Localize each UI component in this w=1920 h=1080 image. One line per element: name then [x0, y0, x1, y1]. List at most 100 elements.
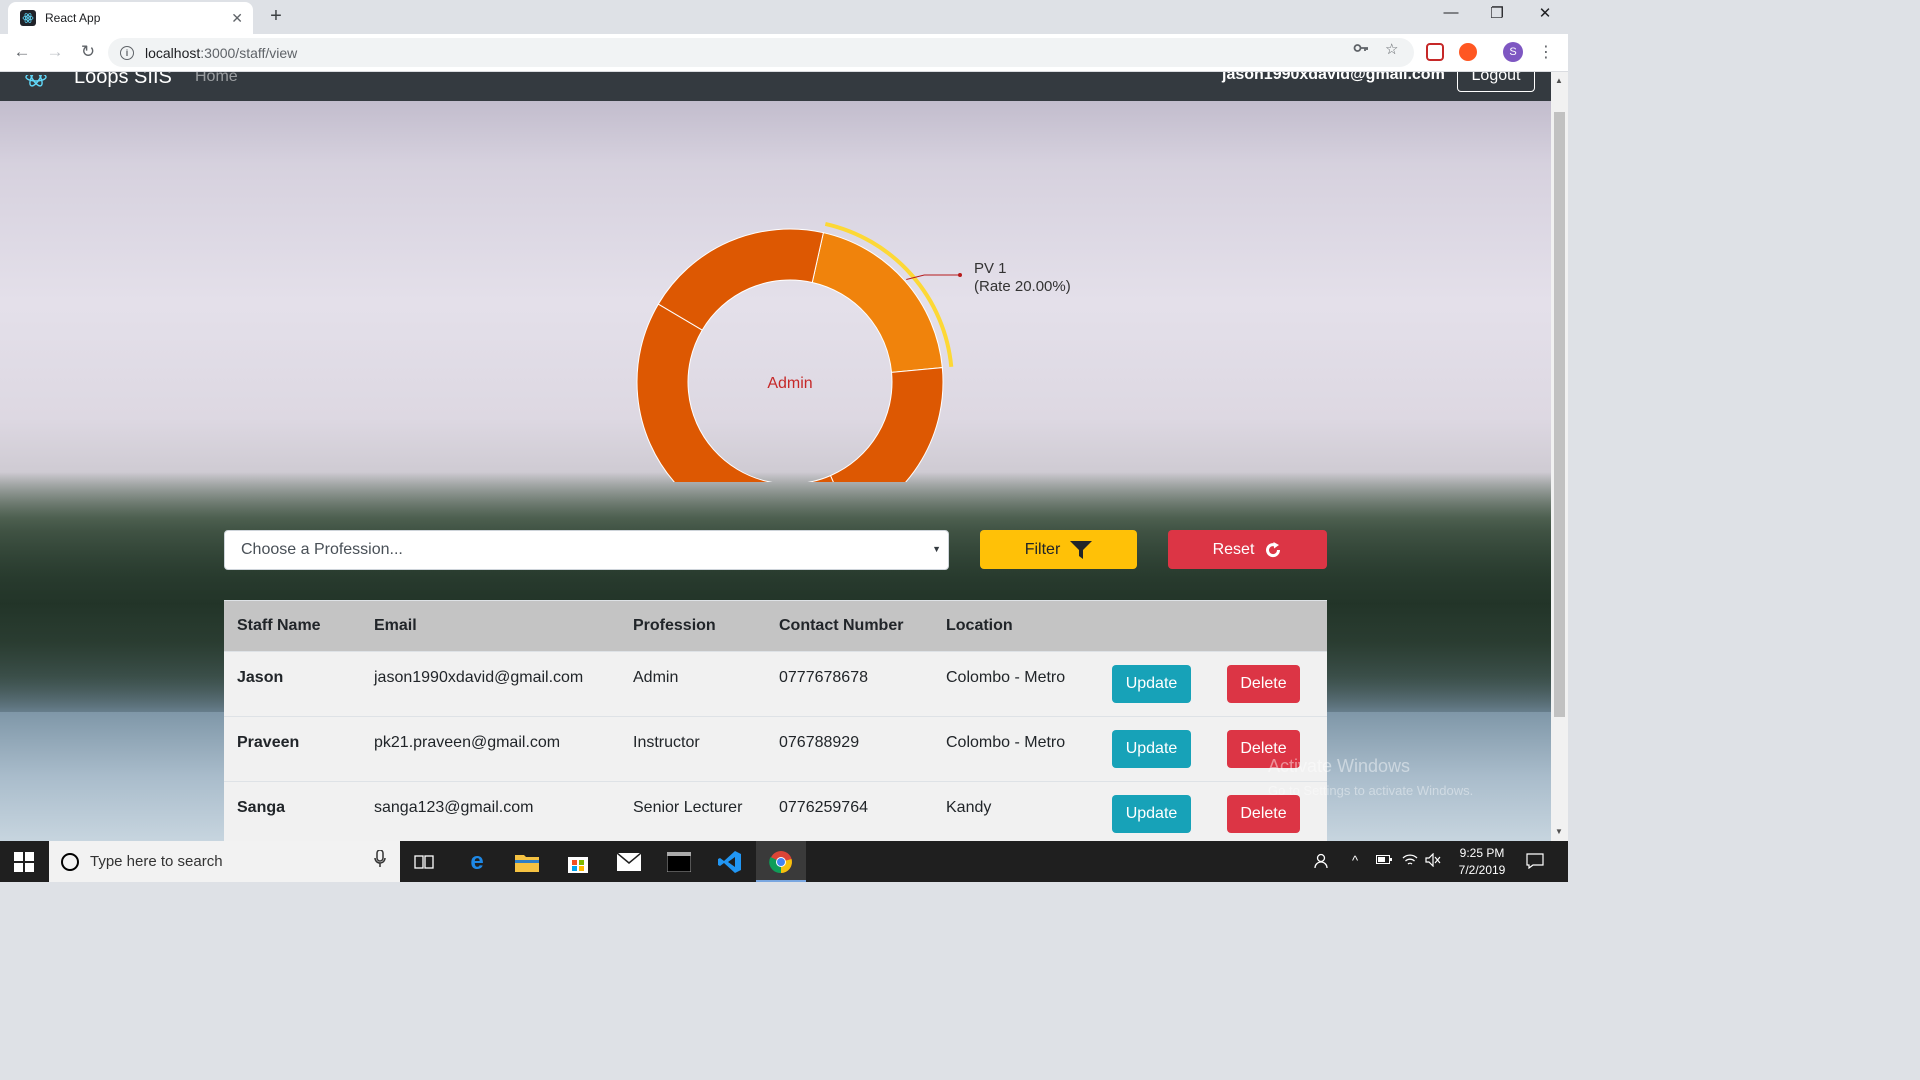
donut-center-label: Admin [767, 375, 812, 392]
header-update [1099, 600, 1214, 652]
tooltip-slice-name: PV 1 [974, 260, 1007, 277]
tooltip-leader-dot [958, 273, 962, 277]
tab-close-icon[interactable]: ✕ [231, 10, 243, 27]
key-icon[interactable] [1353, 40, 1369, 60]
browser-menu-icon[interactable]: ⋮ [1538, 42, 1554, 62]
bookmark-star-icon[interactable]: ☆ [1385, 40, 1398, 58]
cell-staff-name: Sanga [224, 781, 361, 841]
cell-contact: 0777678678 [766, 651, 933, 717]
table-row: Jason jason1990xdavid@gmail.com Admin 07… [224, 651, 1327, 717]
windows-start-icon[interactable] [14, 852, 34, 877]
new-tab-button[interactable]: + [266, 5, 286, 28]
react-favicon-icon [20, 10, 36, 26]
activate-windows-subtext: Go to Settings to activate Windows. [1268, 783, 1474, 798]
cell-contact: 0776259764 [766, 781, 933, 841]
cell-email: jason1990xdavid@gmail.com [361, 651, 620, 717]
donut-slice-3[interactable] [636, 303, 851, 482]
volume-muted-icon[interactable] [1425, 852, 1441, 870]
extension-icon[interactable] [1459, 43, 1477, 61]
taskbar-search-placeholder: Type here to search [90, 853, 223, 870]
delete-button[interactable]: Delete [1227, 795, 1300, 833]
people-icon[interactable] [1314, 853, 1332, 872]
tab-title: React App [45, 11, 101, 25]
table-row: Praveen pk21.praveen@gmail.com Instructo… [224, 716, 1327, 782]
filter-button-label: Filter [1024, 540, 1061, 558]
cell-delete: Delete [1214, 651, 1327, 717]
window-close-button[interactable]: ✕ [1530, 4, 1560, 22]
tooltip-slice-rate: (Rate 20.00%) [974, 278, 1071, 295]
task-view-icon[interactable] [411, 849, 437, 875]
forward-arrow-icon[interactable]: → [44, 42, 66, 62]
table-row: Sanga sanga123@gmail.com Senior Lecturer… [224, 781, 1327, 841]
cell-update: Update [1099, 651, 1214, 717]
donut-slice-4[interactable] [657, 228, 824, 331]
delete-button[interactable]: Delete [1227, 665, 1300, 703]
filter-button[interactable]: Filter [980, 530, 1137, 569]
update-button[interactable]: Update [1112, 730, 1191, 768]
file-explorer-icon[interactable] [514, 849, 540, 875]
cell-email: pk21.praveen@gmail.com [361, 716, 620, 782]
app-navbar: Loops SIIS Home jason1990xdavid@gmail.co… [0, 72, 1551, 101]
cell-location: Colombo - Metro [933, 716, 1099, 782]
app-brand[interactable]: Loops SIIS [74, 72, 172, 89]
microphone-icon[interactable] [374, 849, 386, 873]
windows-taskbar: Type here to search e ^ 9:25 PM 7/2/2019 [0, 841, 1568, 882]
cell-profession: Instructor [620, 716, 766, 782]
taskbar-search-box[interactable]: Type here to search [49, 841, 400, 882]
pocket-extension-icon[interactable] [1426, 43, 1444, 61]
vscode-icon[interactable] [717, 849, 743, 875]
taskbar-clock[interactable]: 9:25 PM 7/2/2019 [1452, 845, 1512, 879]
logout-button[interactable]: Logout [1457, 72, 1535, 92]
profile-avatar[interactable]: S [1503, 42, 1523, 62]
minimize-button[interactable]: — [1436, 4, 1466, 21]
browser-tab-strip: React App ✕ + — ❐ ✕ [0, 0, 1568, 34]
browser-toolbar: ← → ↻ i localhost:3000/staff/view ☆ S ⋮ [0, 34, 1568, 72]
cell-staff-name: Jason [224, 651, 361, 717]
donut-slice-1[interactable] [811, 232, 943, 373]
header-location: Location [933, 600, 1099, 652]
cell-location: Kandy [933, 781, 1099, 841]
staff-table: Staff Name Email Profession Contact Numb… [224, 600, 1327, 841]
profession-select[interactable]: Choose a Profession... ▼ [224, 530, 949, 570]
header-contact-number: Contact Number [766, 600, 933, 652]
refresh-icon [1264, 541, 1282, 559]
cell-update: Update [1099, 716, 1214, 782]
nav-home-link[interactable]: Home [195, 72, 238, 86]
page-viewport: Loops SIIS Home jason1990xdavid@gmail.co… [0, 72, 1551, 841]
donut-slice-2[interactable] [829, 367, 944, 482]
reset-button-label: Reset [1212, 540, 1255, 558]
restore-button[interactable]: ❐ [1482, 4, 1512, 22]
address-bar[interactable]: i localhost:3000/staff/view [108, 38, 1414, 67]
cell-location: Colombo - Metro [933, 651, 1099, 717]
battery-icon[interactable] [1376, 853, 1392, 868]
header-staff-name: Staff Name [224, 600, 361, 652]
site-info-icon[interactable]: i [120, 45, 134, 60]
edge-browser-icon[interactable]: e [464, 848, 490, 875]
update-button[interactable]: Update [1112, 795, 1191, 833]
cell-email: sanga123@gmail.com [361, 781, 620, 841]
action-center-icon[interactable] [1526, 853, 1544, 872]
header-email: Email [361, 600, 620, 652]
cell-profession: Senior Lecturer [620, 781, 766, 841]
tray-chevron-icon[interactable]: ^ [1352, 853, 1358, 868]
reload-icon[interactable]: ↻ [77, 42, 99, 62]
scroll-up-icon[interactable]: ▲ [1555, 76, 1563, 85]
update-button[interactable]: Update [1112, 665, 1191, 703]
funnel-icon [1070, 540, 1093, 559]
select-caret-icon: ▼ [932, 544, 941, 554]
mail-icon[interactable] [616, 849, 642, 875]
back-arrow-icon[interactable]: ← [11, 42, 33, 62]
browser-tab[interactable]: React App ✕ [8, 2, 253, 34]
wifi-icon[interactable] [1402, 853, 1418, 870]
page-scrollbar[interactable]: ▲ ▼ [1551, 72, 1568, 841]
url-text: localhost:3000/staff/view [145, 44, 298, 61]
store-icon[interactable] [565, 849, 591, 875]
cell-staff-name: Praveen [224, 716, 361, 782]
scroll-down-icon[interactable]: ▼ [1555, 827, 1563, 836]
reset-button[interactable]: Reset [1168, 530, 1327, 569]
table-header-row: Staff Name Email Profession Contact Numb… [224, 600, 1327, 652]
terminal-icon[interactable] [666, 849, 692, 875]
scrollbar-thumb[interactable] [1554, 112, 1565, 717]
cortana-icon [61, 852, 79, 871]
chrome-icon[interactable] [768, 849, 794, 875]
